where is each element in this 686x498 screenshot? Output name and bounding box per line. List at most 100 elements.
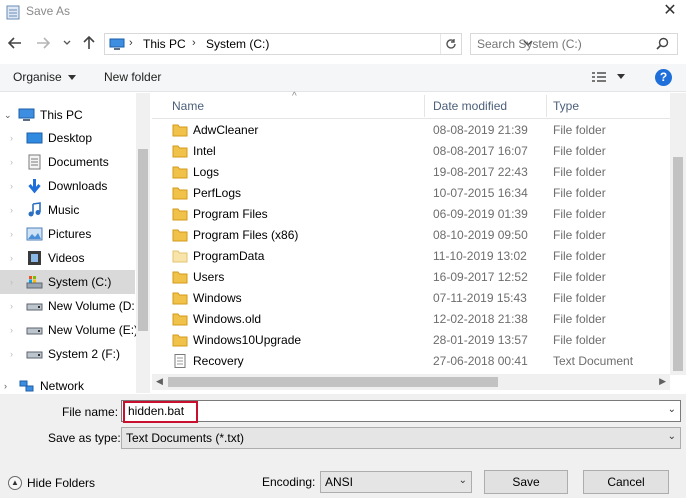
sidebar-item-label: Downloads bbox=[48, 179, 108, 193]
table-row[interactable]: Windows.old 12-02-2018 21:38 File folder bbox=[152, 309, 670, 330]
column-header-date[interactable]: Date modified bbox=[433, 99, 507, 113]
table-row[interactable]: Program Files 06-09-2019 01:39 File fold… bbox=[152, 204, 670, 225]
file-date: 07-11-2019 15:43 bbox=[433, 291, 527, 305]
network-icon bbox=[19, 380, 34, 392]
address-bar[interactable]: › This PC › System (C:) bbox=[104, 33, 533, 55]
file-name-field[interactable]: hidden.bat ⌄ bbox=[121, 400, 681, 422]
column-header-name[interactable]: Name bbox=[172, 99, 204, 113]
sidebar-item-new-volume-e[interactable]: › New Volume (E:) bbox=[0, 318, 139, 342]
help-button[interactable]: ? bbox=[655, 69, 672, 86]
encoding-select[interactable]: ANSI ⌄ bbox=[320, 471, 472, 493]
table-row[interactable]: Intel 08-08-2017 16:07 File folder bbox=[152, 141, 670, 162]
file-list-horizontal-scrollbar[interactable]: ◀ ▶ bbox=[152, 374, 670, 390]
sidebar-item-music[interactable]: › Music bbox=[0, 198, 135, 222]
column-divider[interactable] bbox=[424, 95, 425, 117]
chevron-down-icon[interactable]: ⌄ bbox=[459, 475, 467, 486]
close-button[interactable]: ✕ bbox=[662, 2, 678, 20]
column-header-type[interactable]: Type bbox=[553, 99, 579, 113]
sidebar-item-system-2-f[interactable]: › System 2 (F:) bbox=[0, 342, 135, 366]
table-row[interactable]: Windows 07-11-2019 15:43 File folder bbox=[152, 288, 670, 309]
file-list-header: ^ Name Date modified Type bbox=[152, 91, 672, 119]
download-icon bbox=[28, 179, 41, 194]
chevron-right-icon[interactable]: › bbox=[10, 325, 13, 335]
table-row[interactable]: Recovery 27-06-2018 00:41 Text Document bbox=[152, 351, 670, 372]
chevron-right-icon[interactable]: › bbox=[10, 349, 13, 359]
file-name: Windows bbox=[193, 291, 242, 305]
file-name: Logs bbox=[193, 165, 220, 179]
recent-locations-button[interactable] bbox=[58, 34, 76, 52]
window-title: Save As bbox=[26, 4, 71, 18]
chevron-right-icon[interactable]: › bbox=[10, 253, 13, 263]
table-row[interactable]: Logs 19-08-2017 22:43 File folder bbox=[152, 162, 670, 183]
refresh-button[interactable] bbox=[440, 34, 460, 54]
sidebar-item-label: Desktop bbox=[48, 131, 93, 145]
sidebar-item-pictures[interactable]: › Pictures bbox=[0, 222, 135, 246]
sidebar-scrollbar[interactable] bbox=[136, 93, 150, 393]
change-view-button[interactable] bbox=[591, 71, 625, 83]
chevron-right-icon[interactable]: › bbox=[10, 133, 13, 143]
table-row[interactable]: Program Files (x86) 08-10-2019 09:50 Fil… bbox=[152, 225, 670, 246]
scrollbar-thumb[interactable] bbox=[138, 149, 148, 331]
scrollbar-thumb[interactable] bbox=[673, 157, 683, 371]
search-input[interactable] bbox=[477, 36, 647, 52]
up-button[interactable] bbox=[80, 34, 98, 52]
file-type: File folder bbox=[553, 228, 606, 242]
breadcrumb-this-pc[interactable]: This PC bbox=[143, 37, 186, 51]
sidebar-item-desktop[interactable]: › Desktop bbox=[0, 126, 135, 150]
hide-folders-button[interactable]: ▲ Hide Folders bbox=[8, 476, 95, 490]
chevron-down-icon[interactable]: ⌄ bbox=[4, 110, 12, 121]
search-box[interactable] bbox=[470, 33, 678, 55]
new-folder-button[interactable]: New folder bbox=[104, 70, 161, 84]
table-row[interactable]: AdwCleaner 08-08-2019 21:39 File folder bbox=[152, 120, 670, 141]
save-as-type-select[interactable]: Text Documents (*.txt) ⌄ bbox=[121, 427, 681, 449]
chevron-right-icon[interactable]: › bbox=[10, 205, 13, 215]
chevron-right-icon[interactable]: › bbox=[10, 157, 13, 167]
sidebar-item-system-c[interactable]: › System (C:) bbox=[0, 270, 135, 294]
sidebar-item-label: Network bbox=[40, 379, 85, 393]
videos-icon bbox=[28, 251, 41, 265]
sidebar-item-downloads[interactable]: › Downloads bbox=[0, 174, 135, 198]
save-button[interactable]: Save bbox=[484, 470, 568, 494]
table-row[interactable]: Windows10Upgrade 28-01-2019 13:57 File f… bbox=[152, 330, 670, 351]
file-type: File folder bbox=[553, 291, 606, 305]
table-row[interactable]: PerfLogs 10-07-2015 16:34 File folder bbox=[152, 183, 670, 204]
table-row[interactable]: ProgramData 11-10-2019 13:02 File folder bbox=[152, 246, 670, 267]
scroll-left-icon[interactable]: ◀ bbox=[156, 376, 163, 387]
file-list-vertical-scrollbar[interactable] bbox=[670, 93, 686, 375]
sidebar-item-label: New Volume (E:) bbox=[48, 323, 139, 337]
chevron-right-icon[interactable]: › bbox=[10, 301, 13, 311]
file-date: 08-08-2019 21:39 bbox=[433, 123, 528, 137]
folder-icon bbox=[172, 208, 188, 221]
table-row[interactable]: Users 16-09-2017 12:52 File folder bbox=[152, 267, 670, 288]
chevron-right-icon[interactable]: › bbox=[10, 229, 13, 239]
save-as-type-value: Text Documents (*.txt) bbox=[126, 431, 245, 445]
sidebar-item-documents[interactable]: › Documents bbox=[0, 150, 135, 174]
file-type: File folder bbox=[553, 249, 606, 263]
file-date: 28-01-2019 13:57 bbox=[433, 333, 528, 347]
folder-icon bbox=[172, 292, 188, 305]
back-button[interactable] bbox=[6, 34, 24, 52]
sidebar-item-label: This PC bbox=[40, 108, 83, 122]
chevron-right-icon[interactable]: › bbox=[4, 381, 7, 391]
sidebar-item-videos[interactable]: › Videos bbox=[0, 246, 135, 270]
chevron-down-icon[interactable]: ⌄ bbox=[668, 431, 676, 442]
column-divider[interactable] bbox=[546, 95, 547, 117]
sidebar-item-this-pc[interactable]: ⌄ This PC bbox=[0, 103, 135, 127]
forward-button[interactable] bbox=[34, 34, 52, 52]
chevron-down-icon[interactable]: ⌄ bbox=[668, 404, 676, 415]
sidebar-item-network[interactable]: › Network bbox=[0, 374, 135, 393]
file-name: Intel bbox=[193, 144, 216, 158]
scrollbar-thumb[interactable] bbox=[168, 377, 498, 387]
chevron-up-icon: ▲ bbox=[8, 476, 22, 490]
file-date: 19-08-2017 22:43 bbox=[433, 165, 528, 179]
file-name: Windows10Upgrade bbox=[193, 333, 302, 347]
cancel-button[interactable]: Cancel bbox=[583, 470, 669, 494]
sidebar-item-new-volume-d[interactable]: › New Volume (D: bbox=[0, 294, 135, 318]
organise-button[interactable]: Organise bbox=[13, 70, 77, 84]
breadcrumb-system-c[interactable]: System (C:) bbox=[206, 37, 269, 51]
scroll-right-icon[interactable]: ▶ bbox=[659, 376, 666, 387]
documents-icon bbox=[28, 154, 41, 170]
file-date: 11-10-2019 13:02 bbox=[433, 249, 527, 263]
chevron-right-icon[interactable]: › bbox=[10, 181, 13, 191]
chevron-right-icon[interactable]: › bbox=[10, 277, 13, 287]
